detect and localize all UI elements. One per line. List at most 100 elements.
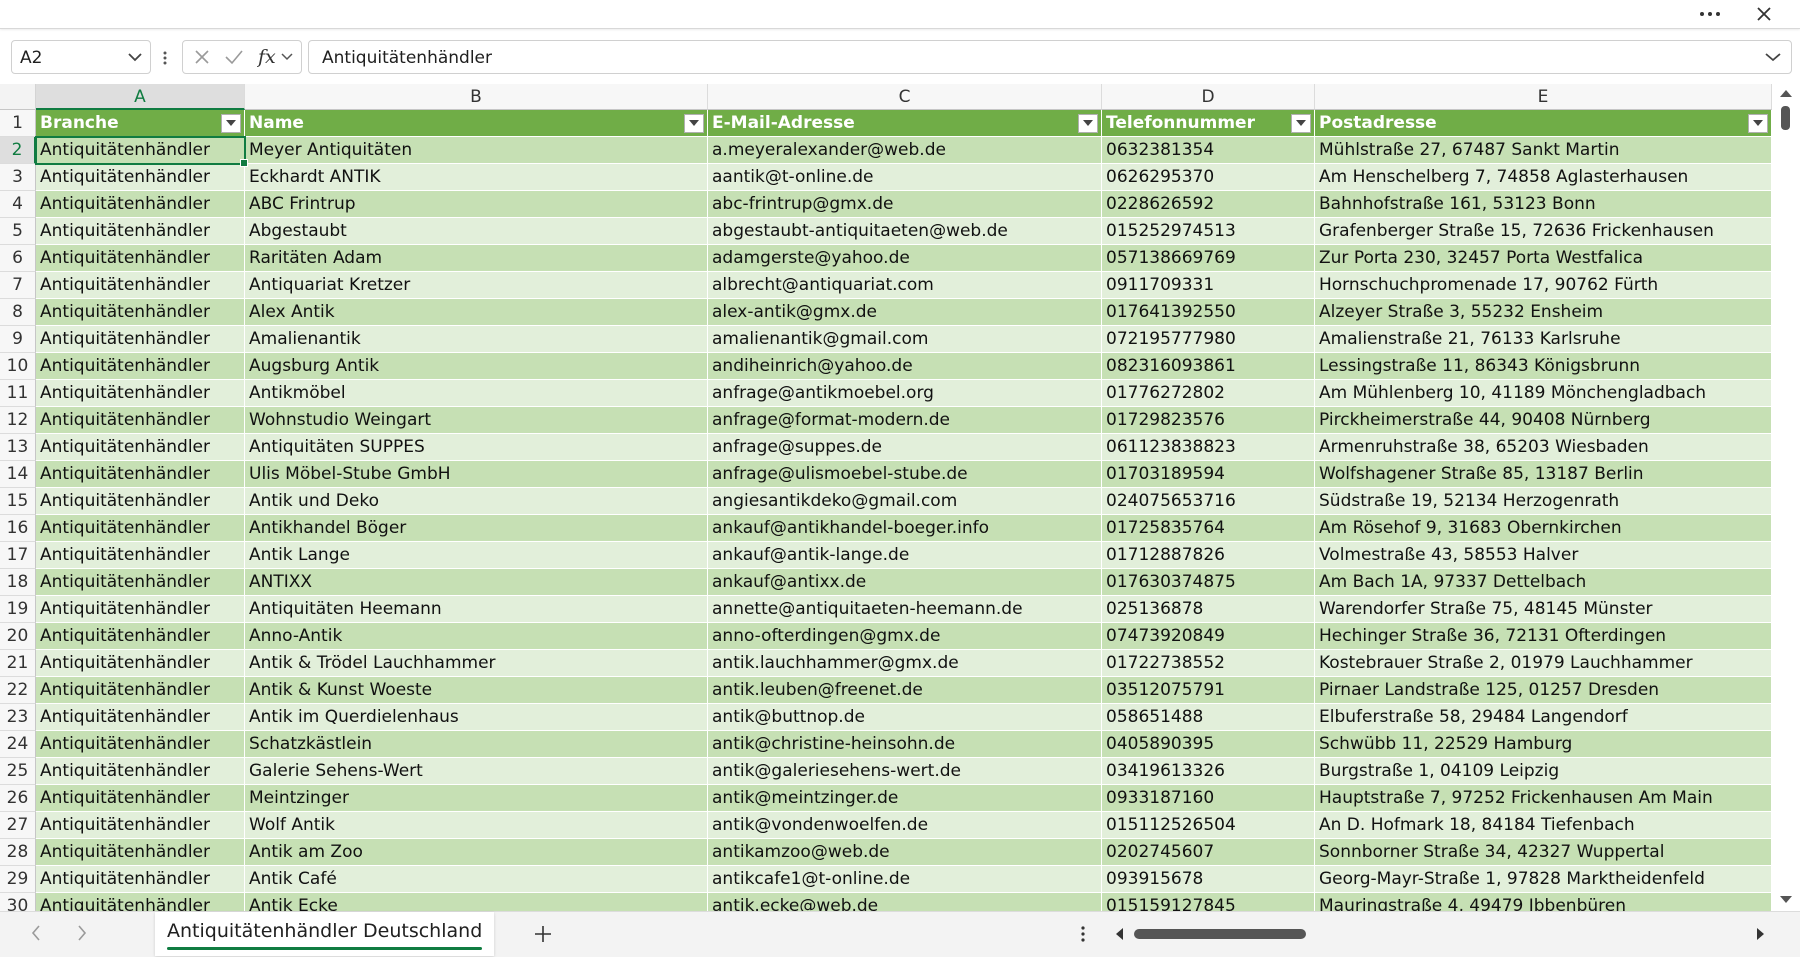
row-header[interactable]: 19 bbox=[0, 596, 36, 623]
row-header[interactable]: 15 bbox=[0, 488, 36, 515]
row-header[interactable]: 23 bbox=[0, 704, 36, 731]
cell-branche[interactable]: Antiquitätenhändler bbox=[36, 326, 245, 353]
row-header[interactable]: 22 bbox=[0, 677, 36, 704]
cell-telefon[interactable]: 025136878 bbox=[1102, 596, 1315, 623]
cell-telefon[interactable]: 03512075791 bbox=[1102, 677, 1315, 704]
cell-name[interactable]: Antiquitäten SUPPES bbox=[245, 434, 708, 461]
row-header[interactable]: 11 bbox=[0, 380, 36, 407]
cell-branche[interactable]: Antiquitätenhändler bbox=[36, 164, 245, 191]
row-header[interactable]: 7 bbox=[0, 272, 36, 299]
cell-name[interactable]: ANTIXX bbox=[245, 569, 708, 596]
scroll-left-icon[interactable] bbox=[1114, 927, 1124, 941]
cell-branche[interactable]: Antiquitätenhändler bbox=[36, 272, 245, 299]
cell-name[interactable]: Meintzinger bbox=[245, 785, 708, 812]
cell-postadresse[interactable]: Georg-Mayr-Straße 1, 97828 Marktheidenfe… bbox=[1315, 866, 1772, 893]
cell-postadresse[interactable]: Am Henschelberg 7, 74858 Aglasterhausen bbox=[1315, 164, 1772, 191]
cell-branche[interactable]: Antiquitätenhändler bbox=[36, 731, 245, 758]
scroll-down-icon[interactable] bbox=[1779, 895, 1793, 905]
prev-sheet-icon[interactable] bbox=[30, 924, 42, 942]
cell-telefon[interactable]: 082316093861 bbox=[1102, 353, 1315, 380]
row-header[interactable]: 5 bbox=[0, 218, 36, 245]
cell-name[interactable]: Wolf Antik bbox=[245, 812, 708, 839]
column-header-e[interactable]: E bbox=[1315, 84, 1772, 110]
row-header[interactable]: 21 bbox=[0, 650, 36, 677]
cell-name[interactable]: Wohnstudio Weingart bbox=[245, 407, 708, 434]
cell-name[interactable]: Antik & Trödel Lauchhammer bbox=[245, 650, 708, 677]
cell-postadresse[interactable]: Sonnborner Straße 34, 42327 Wuppertal bbox=[1315, 839, 1772, 866]
cell-name[interactable]: ABC Frintrup bbox=[245, 191, 708, 218]
cell-email[interactable]: albrecht@antiquariat.com bbox=[708, 272, 1102, 299]
cell-branche[interactable]: Antiquitätenhändler bbox=[36, 893, 245, 911]
cell-postadresse[interactable]: Mauringstraße 4, 49479 Ibbenbüren bbox=[1315, 893, 1772, 911]
cell-email[interactable]: ankauf@antik-lange.de bbox=[708, 542, 1102, 569]
row-header[interactable]: 1 bbox=[0, 110, 36, 137]
cell-postadresse[interactable]: Pirnaer Landstraße 125, 01257 Dresden bbox=[1315, 677, 1772, 704]
cell-branche[interactable]: Antiquitätenhändler bbox=[36, 353, 245, 380]
cell-email[interactable]: anno-ofterdingen@gmx.de bbox=[708, 623, 1102, 650]
cell-name[interactable]: Galerie Sehens-Wert bbox=[245, 758, 708, 785]
column-header-a[interactable]: A bbox=[36, 84, 245, 110]
cell-name[interactable]: Anno-Antik bbox=[245, 623, 708, 650]
cell-postadresse[interactable]: Am Mühlenberg 10, 41189 Mönchengladbach bbox=[1315, 380, 1772, 407]
cell-postadresse[interactable]: Bahnhofstraße 161, 53123 Bonn bbox=[1315, 191, 1772, 218]
cell-branche[interactable]: Antiquitätenhändler bbox=[36, 191, 245, 218]
vertical-scroll-thumb[interactable] bbox=[1781, 106, 1790, 130]
header-cell-email[interactable]: E-Mail-Adresse bbox=[708, 110, 1102, 137]
row-header[interactable]: 20 bbox=[0, 623, 36, 650]
cell-email[interactable]: anfrage@ulismoebel-stube.de bbox=[708, 461, 1102, 488]
cell-postadresse[interactable]: Elbuferstraße 58, 29484 Langendorf bbox=[1315, 704, 1772, 731]
cell-branche[interactable]: Antiquitätenhändler bbox=[36, 218, 245, 245]
cell-telefon[interactable]: 015159127845 bbox=[1102, 893, 1315, 911]
cell-telefon[interactable]: 01722738552 bbox=[1102, 650, 1315, 677]
cell-telefon[interactable]: 072195777980 bbox=[1102, 326, 1315, 353]
vertical-dots-icon[interactable] bbox=[1080, 925, 1086, 943]
cell-postadresse[interactable]: Zur Porta 230, 32457 Porta Westfalica bbox=[1315, 245, 1772, 272]
cell-name[interactable]: Raritäten Adam bbox=[245, 245, 708, 272]
cell-branche[interactable]: Antiquitätenhändler bbox=[36, 704, 245, 731]
cell-branche[interactable]: Antiquitätenhändler bbox=[36, 866, 245, 893]
cell-name[interactable]: Antiquariat Kretzer bbox=[245, 272, 708, 299]
more-options-button[interactable] bbox=[1690, 0, 1730, 28]
cell-telefon[interactable]: 057138669769 bbox=[1102, 245, 1315, 272]
cell-postadresse[interactable]: An D. Hofmark 18, 84184 Tiefenbach bbox=[1315, 812, 1772, 839]
header-cell-postadresse[interactable]: Postadresse bbox=[1315, 110, 1772, 137]
cell-postadresse[interactable]: Südstraße 19, 52134 Herzogenrath bbox=[1315, 488, 1772, 515]
cell-branche[interactable]: Antiquitätenhändler bbox=[36, 650, 245, 677]
cell-postadresse[interactable]: Am Rösehof 9, 31683 Obernkirchen bbox=[1315, 515, 1772, 542]
cell-name[interactable]: Eckhardt ANTIK bbox=[245, 164, 708, 191]
cell-name[interactable]: Antikhandel Böger bbox=[245, 515, 708, 542]
scroll-up-icon[interactable] bbox=[1779, 88, 1793, 98]
cell-branche[interactable]: Antiquitätenhändler bbox=[36, 758, 245, 785]
row-header[interactable]: 29 bbox=[0, 866, 36, 893]
cell-telefon[interactable]: 01725835764 bbox=[1102, 515, 1315, 542]
filter-dropdown-button[interactable] bbox=[684, 114, 704, 133]
cell-branche[interactable]: Antiquitätenhändler bbox=[36, 245, 245, 272]
row-header[interactable]: 27 bbox=[0, 812, 36, 839]
header-cell-name[interactable]: Name bbox=[245, 110, 708, 137]
cell-branche[interactable]: Antiquitätenhändler bbox=[36, 812, 245, 839]
row-header[interactable]: 30 bbox=[0, 893, 36, 911]
cell-email[interactable]: angiesantikdeko@gmail.com bbox=[708, 488, 1102, 515]
cell-postadresse[interactable]: Pirckheimerstraße 44, 90408 Nürnberg bbox=[1315, 407, 1772, 434]
cell-branche[interactable]: Antiquitätenhändler bbox=[36, 434, 245, 461]
cell-name[interactable]: Augsburg Antik bbox=[245, 353, 708, 380]
cell-branche[interactable]: Antiquitätenhändler bbox=[36, 137, 245, 164]
cell-telefon[interactable]: 0405890395 bbox=[1102, 731, 1315, 758]
enter-button[interactable] bbox=[219, 41, 249, 73]
cell-name[interactable]: Antik Ecke bbox=[245, 893, 708, 911]
cell-telefon[interactable]: 058651488 bbox=[1102, 704, 1315, 731]
row-header[interactable]: 17 bbox=[0, 542, 36, 569]
cell-postadresse[interactable]: Schwübb 11, 22529 Hamburg bbox=[1315, 731, 1772, 758]
cell-branche[interactable]: Antiquitätenhändler bbox=[36, 839, 245, 866]
cell-branche[interactable]: Antiquitätenhändler bbox=[36, 542, 245, 569]
cell-telefon[interactable]: 01703189594 bbox=[1102, 461, 1315, 488]
cell-telefon[interactable]: 0933187160 bbox=[1102, 785, 1315, 812]
cell-postadresse[interactable]: Warendorfer Straße 75, 48145 Münster bbox=[1315, 596, 1772, 623]
cell-branche[interactable]: Antiquitätenhändler bbox=[36, 461, 245, 488]
cell-name[interactable]: Antik Café bbox=[245, 866, 708, 893]
cell-email[interactable]: antik@vondenwoelfen.de bbox=[708, 812, 1102, 839]
cell-postadresse[interactable]: Hornschuchpromenade 17, 90762 Fürth bbox=[1315, 272, 1772, 299]
cell-email[interactable]: anfrage@suppes.de bbox=[708, 434, 1102, 461]
cell-postadresse[interactable]: Mühlstraße 27, 67487 Sankt Martin bbox=[1315, 137, 1772, 164]
cell-email[interactable]: antik.ecke@web.de bbox=[708, 893, 1102, 911]
